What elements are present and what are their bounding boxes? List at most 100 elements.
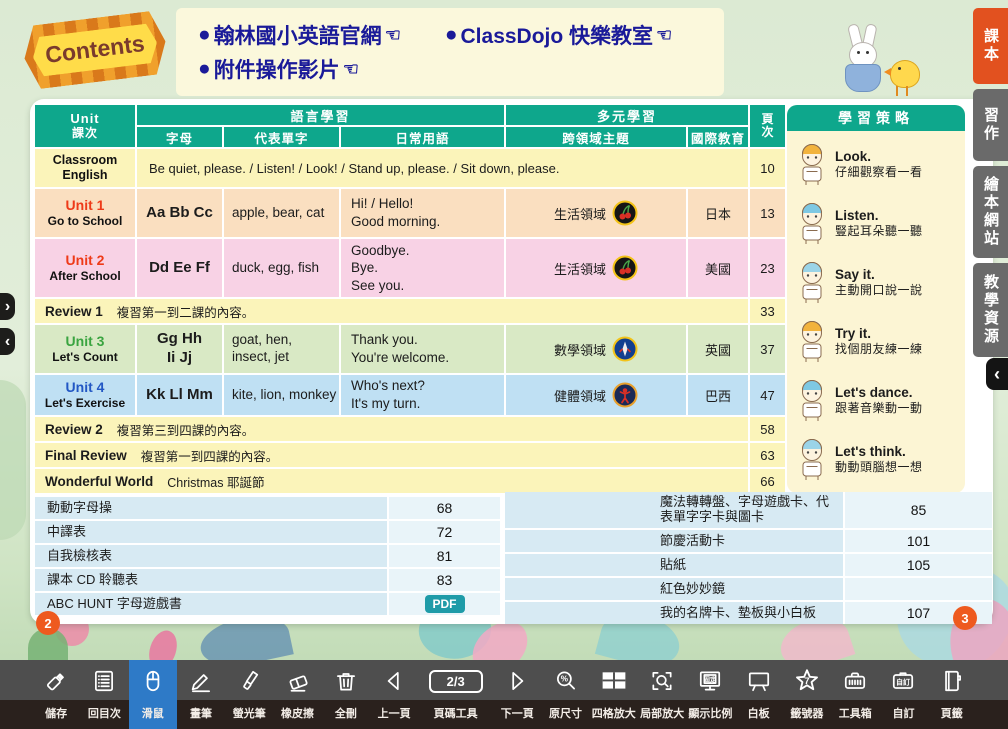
external-link[interactable]: ●附件操作影片☜ [198,54,359,84]
pointing-hand-icon: ☜ [656,25,672,46]
strategy-zh: 主動開口說一說 [835,283,923,298]
domain-label: 數學領域 [554,340,606,359]
domain-label: 健體領域 [554,386,606,405]
toc-row-country: 巴西 [688,375,748,415]
chick-beak [884,68,891,76]
zoom-percent-icon: % [553,666,579,696]
pointing-hand-icon: ☜ [385,25,401,46]
toolbar-button-儲存[interactable]: 儲存 [32,660,80,729]
pdf-button[interactable]: PDF [425,595,465,613]
tab-課本[interactable]: 課本 [973,8,1008,84]
toolbar-button-工具箱[interactable]: 工具箱 [831,660,879,729]
appendix-item-page: 72 [389,521,500,543]
bottom-toolbar: 儲存回目次 滑鼠 畫筆螢光筆橡皮擦全刪上一頁 2/3 頁碼工具 下一頁 %原尺寸四格放大局部… [0,660,1008,729]
strategy-item: Listen.豎起耳朵聽一聽 [795,194,957,253]
strategy-item: Look.仔細觀察看一看 [795,135,957,194]
toolbar-button-label: 畫筆 [190,705,212,721]
toc-row-words: apple, bear, cat [224,189,339,237]
toc-row-page: 63 [750,443,785,467]
toc-row-page: 47 [750,375,785,415]
toolbar-button-螢光筆[interactable]: 螢光筆 [225,660,273,729]
contents-icon [91,666,117,696]
toolbar-button-label: 頁碼工具 [434,705,478,721]
collapse-panel-button[interactable]: ‹ [986,358,1008,390]
toc-row-page: 58 [750,417,785,441]
toolbar-button-label: 顯示比例 [688,705,732,721]
toolbar-button-自訂[interactable]: 自訂自訂 [879,660,927,729]
strategy-zh: 豎起耳朵聽一聽 [835,224,923,239]
toolbar-button-上一頁[interactable]: 上一頁 [370,660,418,729]
appendix-item-page: 81 [389,545,500,567]
links-row: ●翰林國小英語官網☜ ●ClassDojo 快樂教室☜ [198,20,702,50]
external-link[interactable]: ●ClassDojo 快樂教室☜ [445,20,672,50]
whiteboard-icon [746,666,772,696]
strategy-item: Say it.主動開口說一說 [795,253,957,312]
toolbar-button-四格放大[interactable]: 四格放大 [590,660,638,729]
toolbox-icon [842,666,868,696]
toc-row-page: 13 [750,189,785,237]
toolbar-button-label: 自訂 [892,705,914,721]
appendix-item-label: 中譯表 [35,521,387,543]
toc-row-domain: 數學領域 [506,325,686,373]
toolbar-button-label: 籤號器 [790,705,823,721]
strategy-zh: 找個朋友練一練 [835,342,923,357]
external-link[interactable]: ●翰林國小英語官網☜ [198,20,401,50]
toolbar-button-原尺寸[interactable]: %原尺寸 [541,660,589,729]
toolbar-button-label: 下一頁 [501,705,534,721]
domain-label: 生活領域 [554,259,606,278]
toolbar-button-頁碼工具[interactable]: 2/3 頁碼工具 [418,660,493,729]
links-panel: ●翰林國小英語官網☜ ●ClassDojo 快樂教室☜ ●附件操作影片☜ [176,8,724,96]
tab-繪本網站[interactable]: 繪本網站 [973,166,1008,258]
rabbit-eye [866,51,869,54]
toolbar-button-全刪[interactable]: 全刪 [322,660,370,729]
toolbar-button-滑鼠[interactable]: 滑鼠 [129,660,177,729]
domain-label: 生活領域 [554,204,606,223]
four-grid-icon [599,666,629,696]
page-forward-button[interactable]: › [0,293,15,320]
chick-eye [898,67,901,70]
toolbar-button-畫筆[interactable]: 畫筆 [177,660,225,729]
toolbar-button-下一頁[interactable]: 下一頁 [493,660,541,729]
toolbar-button-label: 全刪 [335,705,357,721]
svg-text:7: 7 [804,676,809,686]
toolbar-button-橡皮擦[interactable]: 橡皮擦 [273,660,321,729]
next-icon [504,666,530,696]
appendix-item-label: 自我檢核表 [35,545,387,567]
toc-subheader-2: 日常用語 [341,127,504,147]
toolbar-button-顯示比例[interactable]: 固定顯示比例 [686,660,734,729]
toc-row-words: duck, egg, fish [224,239,339,297]
toolbar-button-回目次[interactable]: 回目次 [80,660,128,729]
appendix-item-label: 節慶活動卡 [505,530,843,552]
appendix-item-page: 83 [389,569,500,591]
review-desc: 複習第一到二課的內容。 [117,302,255,321]
page-back-button[interactable]: ‹ [0,328,15,355]
appendix-item-label: 貼紙 [505,554,843,576]
appendix-item-label: 我的名牌卡、墊板與小白板 [505,602,843,624]
zoom-area-icon [649,666,675,696]
toc-row-review: Review 2複習第三到四課的內容。 [35,417,748,441]
strategy-item: Try it.找個朋友練一練 [795,312,957,371]
chick-mascot [886,52,926,104]
toolbar-button-頁籤[interactable]: 頁籤 [928,660,976,729]
toolbar-button-白板[interactable]: 白板 [735,660,783,729]
tab-習作[interactable]: 習作 [973,89,1008,161]
toc-header-multi: 多元學習 [506,105,748,125]
toc-subheader-4: 國際教育 [688,127,748,147]
toolbar-button-label: 回目次 [88,705,121,721]
tab-教學資源[interactable]: 教學資源 [973,263,1008,357]
toc-row-name: ClassroomEnglish [35,149,135,187]
appendix-item-page: 105 [845,554,992,576]
svg-text:%: % [560,675,567,684]
contents-badge-plate: Contents [31,23,160,78]
toc-header-unit-zh: 課次 [72,127,98,141]
toolbar-button-籤號器[interactable]: 7 籤號器 [783,660,831,729]
pagetab-icon [939,666,965,696]
domain-badge-icon [612,382,638,408]
toc-row-page: 66 [750,469,785,493]
page-number-display[interactable]: 2/3 [429,670,483,693]
toc-row-words: kite, lion, monkey [224,375,339,415]
strategy-zh: 仔細觀察看一看 [835,165,923,180]
toolbar-button-label: 滑鼠 [142,705,164,721]
chick-foot [906,86,908,96]
toolbar-button-局部放大[interactable]: 局部放大 [638,660,686,729]
